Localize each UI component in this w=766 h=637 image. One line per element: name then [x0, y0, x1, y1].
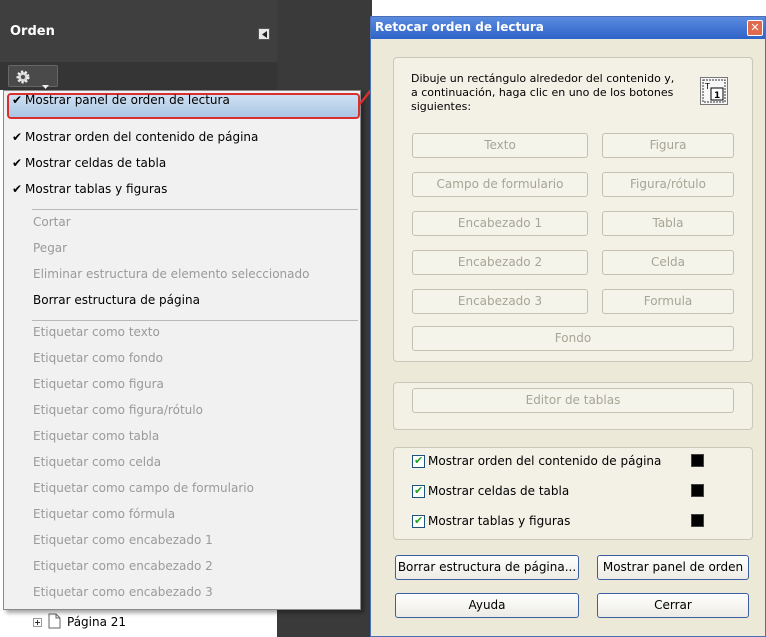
- screen: Orden Página 21 ✔ Mostrar panel de orden…: [0, 0, 766, 637]
- formula-button[interactable]: Formula: [602, 289, 734, 314]
- menu-item-show-reading-order-panel[interactable]: ✔ Mostrar panel de orden de lectura: [4, 93, 360, 119]
- encabezado-2-button[interactable]: Encabezado 2: [412, 250, 588, 275]
- menu-item-show-table-cells[interactable]: ✔ Mostrar celdas de tabla: [4, 156, 360, 182]
- options-bar: [0, 62, 277, 90]
- menu-item-tag-table[interactable]: Etiquetar como tabla: [4, 429, 360, 455]
- options-menu-button[interactable]: [8, 65, 58, 89]
- svg-text:1: 1: [714, 91, 720, 101]
- svg-text:T: T: [704, 82, 710, 91]
- panel-title: Orden: [10, 24, 55, 39]
- table-editor-button[interactable]: Editor de tablas: [412, 388, 734, 413]
- figura-button[interactable]: Figura: [602, 133, 734, 158]
- collapse-panel-icon[interactable]: [258, 28, 270, 40]
- check-icon: ✔: [12, 182, 23, 196]
- clear-page-structure-button[interactable]: Borrar estructura de página...: [395, 555, 579, 580]
- menu-item-show-tables-figures[interactable]: ✔ Mostrar tablas y figuras: [4, 182, 360, 208]
- check-icon: ✔: [12, 93, 23, 107]
- menu-item-paste[interactable]: Pegar: [4, 241, 360, 267]
- menu-item-tag-cell[interactable]: Etiquetar como celda: [4, 455, 360, 481]
- gear-icon: [15, 69, 31, 89]
- close-icon[interactable]: ✕: [747, 20, 763, 36]
- panel-header: Orden: [0, 0, 277, 62]
- menu-item-show-content-order[interactable]: ✔ Mostrar orden del contenido de página: [4, 130, 360, 156]
- show-table-cells-checkbox[interactable]: Mostrar celdas de tabla: [412, 481, 569, 501]
- instructions-text: Dibuje un rectángulo alrededor del conte…: [411, 72, 675, 113]
- menu-separator: [32, 320, 358, 321]
- menu-item-tag-heading-3[interactable]: Etiquetar como encabezado 3: [4, 585, 360, 611]
- menu-item-tag-formula[interactable]: Etiquetar como fórmula: [4, 507, 360, 533]
- checkbox[interactable]: [412, 454, 425, 468]
- celda-button[interactable]: Celda: [602, 250, 734, 275]
- page-icon: [48, 613, 61, 632]
- expand-icon[interactable]: [33, 617, 42, 627]
- tree-item-label: Página 21: [67, 615, 127, 629]
- menu-item-cut[interactable]: Cortar: [4, 215, 360, 241]
- dialog-titlebar: Retocar orden de lectura ✕: [371, 17, 765, 39]
- touch-up-tool-icon[interactable]: 1 T: [700, 77, 728, 105]
- menu-separator: [32, 209, 358, 210]
- menu-item-tag-background[interactable]: Etiquetar como fondo: [4, 351, 360, 377]
- menu-item-tag-heading-1[interactable]: Etiquetar como encabezado 1: [4, 533, 360, 559]
- menu-item-delete-structure[interactable]: Eliminar estructura de elemento seleccio…: [4, 267, 360, 293]
- menu-item-clear-page-structure[interactable]: Borrar estructura de página: [4, 293, 360, 319]
- menu-item-tag-figure-caption[interactable]: Etiquetar como figura/rótulo: [4, 403, 360, 429]
- texto-button[interactable]: Texto: [412, 133, 588, 158]
- show-order-panel-button[interactable]: Mostrar panel de orden: [597, 555, 749, 580]
- menu-item-tag-figure[interactable]: Etiquetar como figura: [4, 377, 360, 403]
- campo-formulario-button[interactable]: Campo de formulario: [412, 172, 588, 197]
- help-button[interactable]: Ayuda: [395, 593, 579, 618]
- checkbox[interactable]: [412, 514, 425, 528]
- color-swatch[interactable]: [691, 484, 704, 497]
- options-menu: ✔ Mostrar panel de orden de lectura ✔ Mo…: [3, 90, 361, 610]
- menu-item-tag-heading-2[interactable]: Etiquetar como encabezado 2: [4, 559, 360, 585]
- color-swatch[interactable]: [691, 514, 704, 527]
- show-content-order-checkbox[interactable]: Mostrar orden del contenido de página: [412, 451, 661, 471]
- check-icon: ✔: [12, 130, 23, 144]
- show-tables-figures-checkbox[interactable]: Mostrar tablas y figuras: [412, 511, 570, 531]
- checkbox[interactable]: [412, 484, 425, 498]
- menu-item-tag-text[interactable]: Etiquetar como texto: [4, 325, 360, 351]
- encabezado-3-button[interactable]: Encabezado 3: [412, 289, 588, 314]
- tabla-button[interactable]: Tabla: [602, 211, 734, 236]
- tree-item-page[interactable]: Página 21: [33, 612, 126, 632]
- dialog-title: Retocar orden de lectura: [375, 20, 544, 34]
- color-swatch[interactable]: [691, 454, 704, 467]
- encabezado-1-button[interactable]: Encabezado 1: [412, 211, 588, 236]
- check-icon: ✔: [12, 156, 23, 170]
- fondo-button[interactable]: Fondo: [412, 326, 734, 351]
- figura-rotulo-button[interactable]: Figura/rótulo: [602, 172, 734, 197]
- menu-item-tag-form-field[interactable]: Etiquetar como campo de formulario: [4, 481, 360, 507]
- close-button[interactable]: Cerrar: [597, 593, 749, 618]
- touch-up-reading-order-dialog: Retocar orden de lectura ✕ Dibuje un rec…: [370, 16, 766, 637]
